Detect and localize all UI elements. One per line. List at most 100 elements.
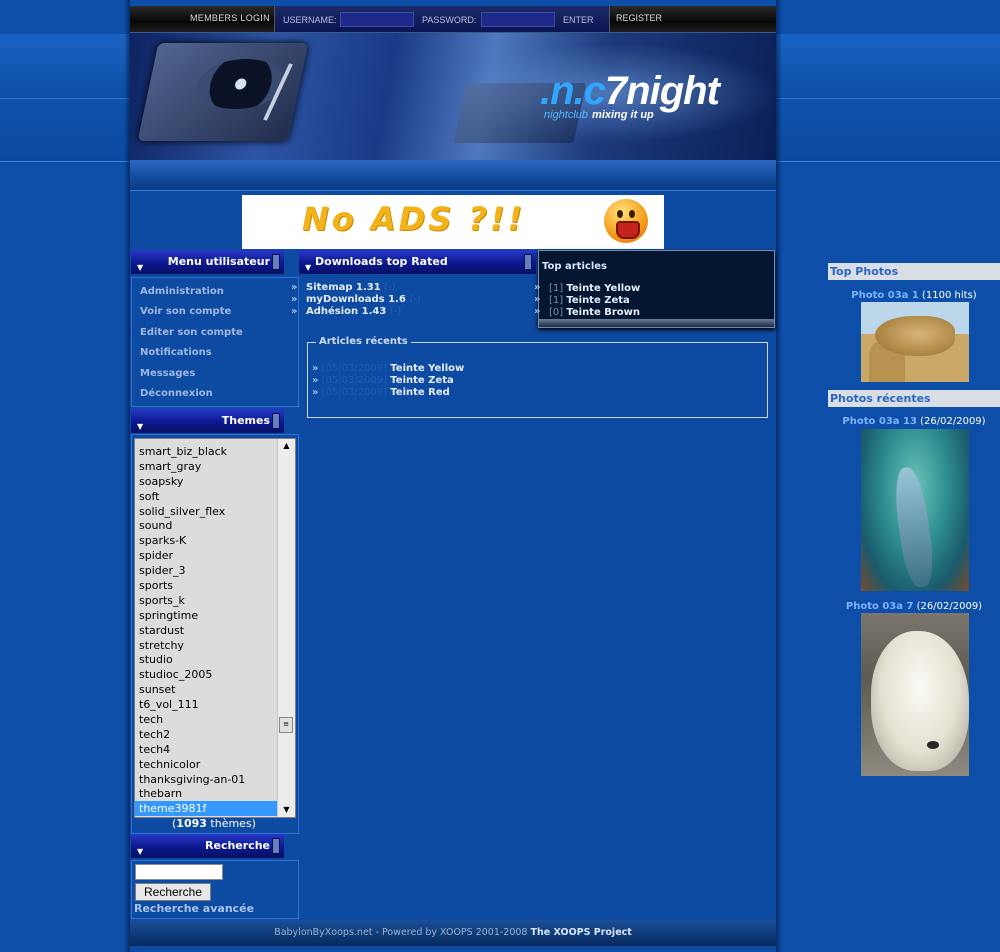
- theme-option[interactable]: solid_silver_flex: [135, 504, 295, 519]
- theme-option[interactable]: sparks-K: [135, 533, 295, 548]
- theme-option[interactable]: sports: [135, 578, 295, 593]
- theme-option[interactable]: thebarn: [135, 786, 295, 801]
- bullet-icon: »: [534, 306, 541, 317]
- top-article-item[interactable]: [1] Teinte Yellow: [549, 283, 640, 294]
- ad-banner[interactable]: No ADS ?!!: [242, 195, 664, 249]
- menu-item-editer-son-compte[interactable]: Editer son compte: [140, 327, 243, 338]
- theme-option[interactable]: technicolor: [135, 757, 295, 772]
- recent-article-item[interactable]: » [05/03/2009] Teinte Yellow: [312, 363, 464, 374]
- bullet-icon: »: [312, 375, 319, 386]
- theme-option[interactable]: studioc_2005: [135, 667, 295, 682]
- polar-bear-photo[interactable]: [861, 613, 969, 776]
- download-count: (-): [409, 294, 421, 305]
- search-title: ▼ Recherche: [131, 834, 284, 858]
- username-label: USERNAME:: [283, 15, 337, 25]
- site-logo[interactable]: .n.c7night: [540, 69, 720, 113]
- theme-option[interactable]: stretchy: [135, 638, 295, 653]
- theme-option[interactable]: sports_k: [135, 593, 295, 608]
- article-hits: [0]: [549, 307, 564, 318]
- photo-name: Photo 03a 7: [845, 601, 914, 612]
- bullet-icon: »: [534, 282, 541, 293]
- themes-title: ▼ Themes: [131, 409, 284, 433]
- banner-text: No ADS ?!!: [302, 200, 526, 238]
- theme-option[interactable]: soft: [135, 489, 295, 504]
- theme-option[interactable]: spider: [135, 548, 295, 563]
- theme-option[interactable]: tech2: [135, 727, 295, 742]
- downloads-title: ▼ Downloads top Rated: [299, 250, 536, 274]
- menu-item-deconnexion[interactable]: Déconnexion: [140, 388, 213, 399]
- recent-articles-title: Articles récents: [316, 336, 411, 347]
- themes-count: (1093 thèmes): [134, 817, 294, 830]
- photo-name: Photo 03a 1: [851, 290, 919, 301]
- recent-article-item[interactable]: » [05/03/2009] Teinte Zeta: [312, 375, 454, 386]
- recent-photo-caption[interactable]: Photo 03a 7 (26/02/2009): [828, 601, 1000, 612]
- menu-item-voir-son-compte[interactable]: Voir son compte: [140, 306, 231, 317]
- search-title-text: Recherche: [205, 839, 270, 852]
- bullet-icon: »: [312, 387, 319, 398]
- username-input[interactable]: [340, 12, 414, 27]
- recent-article-item[interactable]: » [05/03/2009] Teinte Red: [312, 387, 450, 398]
- register-link[interactable]: REGISTER: [616, 13, 662, 23]
- collapse-arrow-icon[interactable]: ▼: [305, 256, 311, 280]
- theme-option[interactable]: stardust: [135, 623, 295, 638]
- download-item[interactable]: Adhésion 1.43 (-): [306, 306, 401, 317]
- logo-part-2: 7night: [604, 69, 720, 113]
- password-label: PASSWORD:: [422, 15, 477, 25]
- block-handle-icon: [272, 838, 280, 854]
- dolphin-photo[interactable]: [861, 429, 969, 591]
- article-title: Teinte Brown: [566, 307, 641, 318]
- themes-options: smart_biz_black smart_gray soapsky soft soli…: [135, 444, 295, 817]
- bullet-icon: »: [291, 294, 298, 305]
- bullet-icon: »: [312, 363, 319, 374]
- theme-option[interactable]: sound: [135, 518, 295, 533]
- top-photo-caption[interactable]: Photo 03a 1 (1100 hits): [828, 290, 1000, 301]
- tagline-part-1: nightclub: [544, 109, 589, 121]
- themes-listbox[interactable]: smart_biz_black smart_gray soapsky soft soli…: [134, 438, 296, 818]
- theme-option[interactable]: smart_gray: [135, 459, 295, 474]
- downloads-list: Sitemap 1.31 (-) myDownloads 1.6 (-) Adh…: [298, 282, 530, 322]
- listbox-scrollbar[interactable]: ▲ ≡ ▼: [277, 439, 295, 817]
- camel-head: [875, 316, 955, 356]
- top-photos-title: Top Photos: [828, 263, 1000, 280]
- password-input[interactable]: [481, 12, 555, 27]
- theme-option[interactable]: studio: [135, 652, 295, 667]
- theme-option[interactable]: smart_biz_black: [135, 444, 295, 459]
- theme-option[interactable]: t6_vol_111: [135, 697, 295, 712]
- menu-item-notifications[interactable]: Notifications: [140, 347, 212, 358]
- download-item[interactable]: Sitemap 1.31 (-): [306, 282, 396, 293]
- advanced-search-link[interactable]: Recherche avancée: [134, 902, 254, 915]
- enter-button[interactable]: ENTER: [563, 15, 594, 25]
- tagline-part-2: mixing it up: [592, 109, 654, 121]
- theme-option[interactable]: tech: [135, 712, 295, 727]
- theme-option[interactable]: springtime: [135, 608, 295, 623]
- article-title: Teinte Zeta: [566, 295, 630, 306]
- theme-option[interactable]: thanksgiving-an-01: [135, 772, 295, 787]
- download-item[interactable]: myDownloads 1.6 (-): [306, 294, 421, 305]
- menu-item-messages[interactable]: Messages: [140, 368, 195, 379]
- themes-count-number: 1093: [176, 817, 207, 830]
- theme-option[interactable]: theme3981f: [135, 801, 295, 817]
- search-button[interactable]: Recherche: [135, 883, 211, 901]
- top-article-item[interactable]: [1] Teinte Zeta: [549, 295, 630, 306]
- themes-title-text: Themes: [221, 414, 270, 427]
- top-article-item[interactable]: [0] Teinte Brown: [549, 307, 640, 318]
- xoops-project-link[interactable]: The XOOPS Project: [531, 927, 632, 938]
- site-footer: BabylonByXoops.net - Powered by XOOPS 20…: [130, 920, 776, 946]
- menu-item-administration[interactable]: Administration: [140, 286, 224, 297]
- scrollbar-thumb[interactable]: ≡: [279, 717, 293, 733]
- theme-option[interactable]: soapsky: [135, 474, 295, 489]
- scroll-up-arrow-icon[interactable]: ▲: [278, 439, 295, 453]
- theme-option[interactable]: spider_3: [135, 563, 295, 578]
- site-header: .n.c7night nightclub mixing it up: [130, 33, 776, 160]
- theme-option[interactable]: sunset: [135, 682, 295, 697]
- theme-option[interactable]: tech4: [135, 742, 295, 757]
- scroll-down-arrow-icon[interactable]: ▼: [278, 803, 295, 817]
- shocked-smiley-icon: [604, 199, 648, 243]
- recent-photo-caption[interactable]: Photo 03a 13 (26/02/2009): [828, 416, 1000, 427]
- block-handle-icon: [524, 254, 532, 270]
- recent-articles-box: Articles récents » [05/03/2009] Teinte Y…: [307, 336, 768, 418]
- camel-photo[interactable]: [861, 302, 969, 382]
- search-input[interactable]: [135, 864, 223, 880]
- bear-body: [871, 631, 969, 771]
- article-hits: [1]: [549, 295, 564, 306]
